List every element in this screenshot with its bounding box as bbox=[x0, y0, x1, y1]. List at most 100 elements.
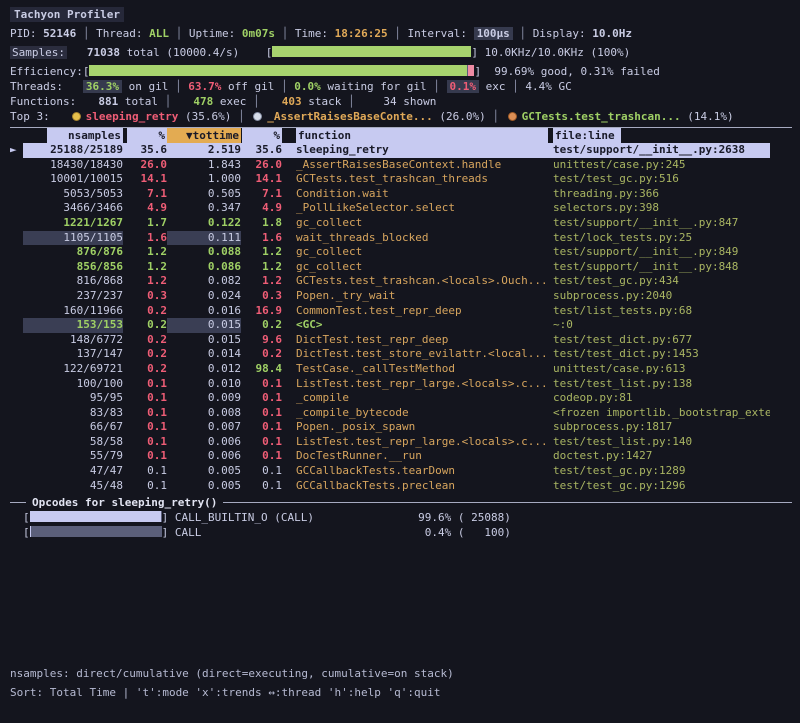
percent-cumulative-cell: 9.6 bbox=[241, 333, 282, 348]
row-marker-spacer bbox=[10, 391, 23, 406]
col-header-function[interactable]: function bbox=[282, 128, 553, 143]
table-row[interactable]: 856/8561.20.0861.2gc_collecttest/support… bbox=[10, 260, 770, 275]
file-line-cell: test/support/__init__.py:849 bbox=[553, 245, 770, 260]
percent-direct-cell: 1.2 bbox=[123, 245, 167, 260]
opcode-bar bbox=[30, 526, 162, 537]
table-row[interactable]: 1105/11051.60.1111.6wait_threads_blocked… bbox=[10, 231, 770, 246]
file-line-cell: test/lock_tests.py:25 bbox=[553, 231, 770, 246]
nsamples-cell: 160/11966 bbox=[23, 304, 123, 319]
percent-cumulative-cell: 35.6 bbox=[241, 143, 282, 158]
function-name-cell: gc_collect bbox=[282, 260, 553, 275]
file-line-cell: test/test_gc.py:1296 bbox=[553, 479, 770, 494]
samples-label: Samples: bbox=[10, 46, 67, 59]
tottime-cell: 2.519 bbox=[167, 143, 241, 158]
top3-separator: │ bbox=[486, 110, 506, 123]
functions-segment-label: total bbox=[118, 95, 158, 108]
table-row[interactable]: 66/670.10.0070.1Popen._posix_spawnsubpro… bbox=[10, 420, 770, 435]
table-row[interactable]: 5053/50537.10.5057.1Condition.waitthread… bbox=[10, 187, 770, 202]
table-row[interactable]: 55/790.10.0060.1DocTestRunner.__rundocte… bbox=[10, 449, 770, 464]
table-row[interactable]: 160/119660.20.01616.9CommonTest.test_rep… bbox=[10, 304, 770, 319]
percent-direct-cell: 1.2 bbox=[123, 274, 167, 289]
threads-segment-label: waiting for gil bbox=[321, 80, 427, 93]
table-row[interactable]: 816/8681.20.0821.2GCTests.test_trashcan.… bbox=[10, 274, 770, 289]
table-row[interactable]: 122/697210.20.01298.4TestCase._callTestM… bbox=[10, 362, 770, 377]
tottime-cell: 0.006 bbox=[167, 449, 241, 464]
opcode-bar-open: [ bbox=[23, 511, 30, 524]
opcode-bar-fill bbox=[30, 511, 161, 522]
file-line-cell: codeop.py:81 bbox=[553, 391, 770, 406]
row-marker-spacer bbox=[10, 420, 23, 435]
efficiency-bar-open: [ bbox=[83, 65, 90, 78]
percent-cumulative-cell: 1.6 bbox=[241, 231, 282, 246]
opcodes-divider: Opcodes for sleeping_retry() bbox=[10, 495, 792, 510]
percent-cumulative-cell: 1.8 bbox=[241, 216, 282, 231]
col-header-tottime-sorted[interactable]: ▼tottime bbox=[167, 128, 241, 143]
opcode-name: CALL_BUILTIN_O (CALL) bbox=[175, 510, 403, 525]
row-marker-spacer bbox=[10, 479, 23, 494]
percent-direct-cell: 26.0 bbox=[123, 158, 167, 173]
opcode-bar-open: [ bbox=[23, 526, 30, 539]
row-marker-spacer bbox=[10, 464, 23, 479]
percent-cumulative-cell: 0.1 bbox=[241, 406, 282, 421]
col-header-nsamples[interactable]: nsamples bbox=[23, 128, 123, 143]
percent-cumulative-cell: 0.1 bbox=[241, 479, 282, 494]
percent-cumulative-cell: 14.1 bbox=[241, 172, 282, 187]
opcode-name: CALL bbox=[175, 525, 403, 540]
nsamples-cell: 876/876 bbox=[23, 245, 123, 260]
threads-segment-label: on gil bbox=[122, 80, 168, 93]
function-name-cell: wait_threads_blocked bbox=[282, 231, 553, 246]
function-name-cell: CommonTest.test_repr_deep bbox=[282, 304, 553, 319]
status-separator: │ bbox=[388, 27, 408, 40]
samples-bar-close: ] bbox=[471, 46, 478, 59]
function-name-cell: GCTests.test_trashcan_threads bbox=[282, 172, 553, 187]
opcodes-divider-right-segment bbox=[223, 502, 792, 503]
nsamples-cell: 95/95 bbox=[23, 391, 123, 406]
table-row[interactable]: 237/2370.30.0240.3Popen._try_waitsubproc… bbox=[10, 289, 770, 304]
nsamples-cell: 5053/5053 bbox=[23, 187, 123, 202]
nsamples-cell: 58/58 bbox=[23, 435, 123, 450]
function-name-cell: GCCallbackTests.preclean bbox=[282, 479, 553, 494]
table-row[interactable]: 58/580.10.0060.1ListTest.test_repr_large… bbox=[10, 435, 770, 450]
tottime-cell: 0.024 bbox=[167, 289, 241, 304]
table-row[interactable]: 95/950.10.0090.1_compilecodeop.py:81 bbox=[10, 391, 770, 406]
row-marker-spacer bbox=[10, 187, 23, 202]
table-row[interactable]: 148/67720.20.0159.6DictTest.test_repr_de… bbox=[10, 333, 770, 348]
function-name-cell: DictTest.test_store_evilattr.<local... bbox=[282, 347, 553, 362]
table-row[interactable]: 45/480.10.0050.1GCCallbackTests.preclean… bbox=[10, 479, 770, 494]
table-row[interactable]: 47/470.10.0050.1GCCallbackTests.tearDown… bbox=[10, 464, 770, 479]
nsamples-cell: 25188/25189 bbox=[23, 143, 123, 158]
table-row[interactable]: 1221/12671.70.1221.8gc_collecttest/suppo… bbox=[10, 216, 770, 231]
tottime-cell: 0.082 bbox=[167, 274, 241, 289]
table-row[interactable]: 100/1000.10.0100.1ListTest.test_repr_lar… bbox=[10, 377, 770, 392]
col-header-pct2[interactable]: % bbox=[241, 128, 282, 143]
samples-line: Samples: 71038 total (10000.4/s) [] 10.0… bbox=[10, 45, 792, 60]
nsamples-cell: 10001/10015 bbox=[23, 172, 123, 187]
tottime-cell: 0.088 bbox=[167, 245, 241, 260]
file-line-cell: unittest/case.py:245 bbox=[553, 158, 770, 173]
table-row-selected[interactable]: ►25188/2518935.62.51935.6sleeping_retryt… bbox=[10, 143, 770, 158]
percent-direct-cell: 0.1 bbox=[123, 464, 167, 479]
top3-separator: │ bbox=[231, 110, 251, 123]
functions-line: Functions:881 total │478 exec │403 stack… bbox=[10, 94, 792, 109]
selected-row-marker-icon: ► bbox=[10, 143, 23, 158]
table-row[interactable]: 137/1470.20.0140.2DictTest.test_store_ev… bbox=[10, 347, 770, 362]
table-row[interactable]: 153/1530.20.0150.2<GC>~:0 bbox=[10, 318, 770, 333]
status-label: Uptime: bbox=[189, 27, 235, 40]
table-row[interactable]: 876/8761.20.0881.2gc_collecttest/support… bbox=[10, 245, 770, 260]
col-header-file[interactable]: file:line bbox=[553, 128, 770, 143]
opcodes-list: [] CALL_BUILTIN_O (CALL)99.6% ( 25088)[]… bbox=[10, 510, 792, 540]
percent-direct-cell: 4.9 bbox=[123, 201, 167, 216]
table-row[interactable]: 83/830.10.0080.1_compile_bytecode<frozen… bbox=[10, 406, 770, 421]
percent-direct-cell: 1.2 bbox=[123, 260, 167, 275]
file-line-cell: test/test_list.py:140 bbox=[553, 435, 770, 450]
table-row[interactable]: 3466/34664.90.3474.9_PollLikeSelector.se… bbox=[10, 201, 770, 216]
tottime-cell: 0.005 bbox=[167, 479, 241, 494]
col-header-pct1[interactable]: % bbox=[123, 128, 167, 143]
table-row[interactable]: 10001/1001514.11.00014.1GCTests.test_tra… bbox=[10, 172, 770, 187]
table-row[interactable]: 18430/1843026.01.84326.0_AssertRaisesBas… bbox=[10, 158, 770, 173]
threads-label: Threads: bbox=[10, 80, 63, 93]
percent-direct-cell: 0.1 bbox=[123, 377, 167, 392]
functions-value: 881 bbox=[76, 94, 118, 109]
tottime-cell: 0.006 bbox=[167, 435, 241, 450]
threads-value: 0.0% bbox=[294, 80, 321, 93]
